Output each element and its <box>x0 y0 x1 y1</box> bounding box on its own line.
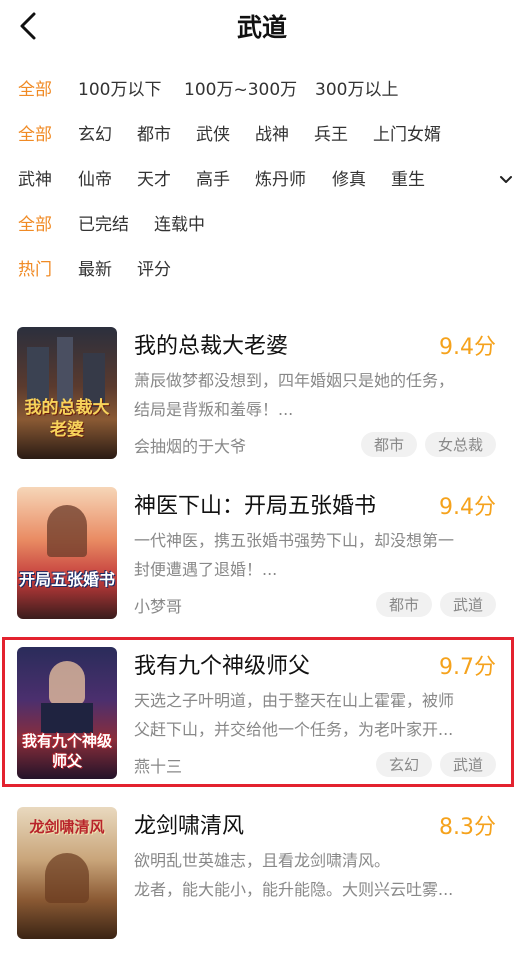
filter-chip[interactable]: 都市 <box>137 124 171 146</box>
book-cover[interactable]: 龙剑啸清风 <box>17 807 117 939</box>
filter-row-sort: 热门 最新 评分 <box>0 250 524 295</box>
filter-chip[interactable]: 全部 <box>18 214 52 236</box>
filter-chip[interactable]: 300万以上 <box>315 79 398 101</box>
filter-row-status: 全部 已完结 连载中 <box>0 205 524 250</box>
filter-chip[interactable]: 重生 <box>391 169 425 191</box>
selection-highlight <box>2 637 514 787</box>
filter-chip[interactable]: 全部 <box>18 79 52 101</box>
book-author: 小梦哥 <box>134 597 183 616</box>
filter-row-tags: 武神 仙帝 天才 高手 炼丹师 修真 重生 <box>0 160 524 205</box>
book-score: 9.4分 <box>439 335 496 360</box>
book-description: 欲明乱世英雄志，且看龙剑啸清风。 龙者，能大能小，能升能隐。大则兴云吐雾... <box>134 846 496 904</box>
description-line: 萧辰做梦都没想到，四年婚姻只是她的任务， <box>134 371 455 390</box>
filter-row-wordcount: 全部 100万以下 100万~300万 300万以上 <box>0 70 524 115</box>
tag-badge[interactable]: 都市 <box>375 592 432 617</box>
book-title[interactable]: 神医下山：开局五张婚书 <box>134 488 376 520</box>
description-line: 欲明乱世英雄志，且看龙剑啸清风。 <box>134 851 391 870</box>
cover-title: 开局五张婚书 <box>18 570 115 589</box>
filter-chip[interactable]: 评分 <box>137 259 171 281</box>
book-author: 会抽烟的于大爷 <box>134 437 247 456</box>
filter-chip[interactable]: 武神 <box>18 169 52 191</box>
cover-title: 我的总裁大老婆 <box>24 398 110 440</box>
filter-chip[interactable]: 修真 <box>332 169 366 191</box>
filter-chip[interactable]: 武侠 <box>196 124 230 146</box>
chevron-down-icon[interactable] <box>498 172 514 188</box>
book-item[interactable]: 开局五张婚书 神医下山：开局五张婚书 9.4分 一代神医，携五张婚书强势下山，却… <box>0 478 524 638</box>
filter-chip[interactable]: 天才 <box>137 169 171 191</box>
filter-chip[interactable]: 炼丹师 <box>255 169 306 191</box>
book-tags: 都市 武道 <box>368 592 496 617</box>
book-item[interactable]: 我的总裁大老婆 我的总裁大老婆 9.4分 萧辰做梦都没想到，四年婚姻只是她的任务… <box>0 318 524 478</box>
book-tags: 都市 女总裁 <box>353 432 496 457</box>
book-title[interactable]: 我的总裁大老婆 <box>134 328 288 360</box>
filter-chip[interactable]: 战神 <box>255 124 289 146</box>
header: 武道 <box>0 0 524 52</box>
cover-title: 龙剑啸清风 <box>29 818 105 836</box>
filter-row-genre: 全部 玄幻 都市 武侠 战神 兵王 上门女婿 <box>0 115 524 160</box>
book-score: 8.3分 <box>439 815 496 840</box>
filter-chip[interactable]: 仙帝 <box>78 169 112 191</box>
filter-panel: 全部 100万以下 100万~300万 300万以上 全部 玄幻 都市 武侠 战… <box>0 70 524 295</box>
filter-chip[interactable]: 高手 <box>196 169 230 191</box>
filter-chip[interactable]: 上门女婿 <box>373 124 441 146</box>
filter-chip[interactable]: 兵王 <box>314 124 348 146</box>
description-line: 封便遭遇了退婚！... <box>134 560 278 579</box>
tag-badge[interactable]: 武道 <box>439 592 496 617</box>
book-cover[interactable]: 我的总裁大老婆 <box>17 327 117 459</box>
filter-chip[interactable]: 热门 <box>18 259 52 281</box>
description-line: 龙者，能大能小，能升能隐。大则兴云吐雾... <box>134 880 454 899</box>
filter-chip[interactable]: 连载中 <box>154 214 205 236</box>
filter-chip[interactable]: 100万~300万 <box>184 79 297 101</box>
book-item[interactable]: 龙剑啸清风 龙剑啸清风 8.3分 欲明乱世英雄志，且看龙剑啸清风。 龙者，能大能… <box>0 798 524 958</box>
book-title[interactable]: 龙剑啸清风 <box>134 808 244 840</box>
book-description: 萧辰做梦都没想到，四年婚姻只是她的任务， 结局是背叛和羞辱！... <box>134 366 496 424</box>
filter-chip[interactable]: 最新 <box>78 259 112 281</box>
book-description: 一代神医，携五张婚书强势下山，却没想第一 封便遭遇了退婚！... <box>134 526 496 584</box>
description-line: 一代神医，携五张婚书强势下山，却没想第一 <box>134 531 455 550</box>
book-score: 9.4分 <box>439 495 496 520</box>
tag-badge[interactable]: 都市 <box>360 432 417 457</box>
filter-chip[interactable]: 100万以下 <box>78 79 161 101</box>
book-cover[interactable]: 开局五张婚书 <box>17 487 117 619</box>
filter-chip[interactable]: 玄幻 <box>78 124 112 146</box>
description-line: 结局是背叛和羞辱！... <box>134 400 294 419</box>
filter-chip[interactable]: 已完结 <box>78 214 129 236</box>
tag-badge[interactable]: 女总裁 <box>424 432 496 457</box>
filter-chip[interactable]: 全部 <box>18 124 52 146</box>
page-title: 武道 <box>236 13 287 42</box>
